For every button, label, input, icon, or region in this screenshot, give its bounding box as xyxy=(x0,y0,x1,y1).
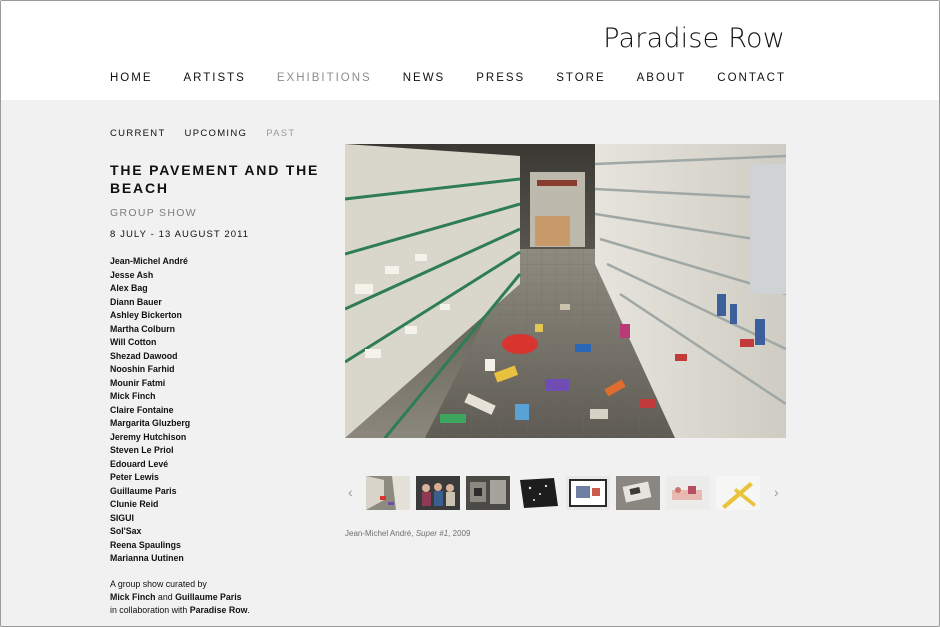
artist-link[interactable]: Jean-Michel André xyxy=(110,255,190,269)
site-logo[interactable]: Paradise Row xyxy=(603,23,785,54)
artist-link[interactable]: SIGUI xyxy=(110,512,190,526)
nav-exhibitions[interactable]: EXHIBITIONS xyxy=(277,72,372,84)
nav-news[interactable]: NEWS xyxy=(403,72,446,84)
artist-link[interactable]: Clunie Reid xyxy=(110,498,190,512)
artist-link[interactable]: Margarita Gluzberg xyxy=(110,417,190,431)
chevron-left-icon[interactable]: ‹ xyxy=(348,484,353,500)
artist-link[interactable]: Steven Le Priol xyxy=(110,444,190,458)
artist-link[interactable]: Sol'Sax xyxy=(110,525,190,539)
thumbnail-4[interactable] xyxy=(516,476,560,510)
thumbnail-7[interactable] xyxy=(666,476,710,510)
thumbnail-8[interactable] xyxy=(716,476,760,510)
chevron-right-icon[interactable]: › xyxy=(774,484,779,500)
artist-link[interactable]: Nooshin Farhid xyxy=(110,363,190,377)
artist-link[interactable]: Mick Finch xyxy=(110,390,190,404)
thumbnail-6[interactable] xyxy=(616,476,660,510)
nav-contact[interactable]: CONTACT xyxy=(717,72,786,84)
nav-press[interactable]: PRESS xyxy=(476,72,525,84)
thumbnail-5[interactable] xyxy=(566,476,610,510)
subnav-upcoming[interactable]: UPCOMING xyxy=(185,128,248,139)
caption-year: , 2009 xyxy=(448,529,471,538)
artist-link[interactable]: Martha Colburn xyxy=(110,323,190,337)
artist-link[interactable]: Mounir Fatmi xyxy=(110,377,190,391)
caption-work-title: Super #1 xyxy=(415,529,449,538)
thumbnail-3[interactable] xyxy=(466,476,510,510)
exhibition-subnav: CURRENT UPCOMING PAST xyxy=(110,128,296,139)
artist-link[interactable]: Shezad Dawood xyxy=(110,350,190,364)
curator-name[interactable]: Guillaume Paris xyxy=(175,592,242,602)
nav-store[interactable]: STORE xyxy=(556,72,605,84)
main-nav: HOME ARTISTS EXHIBITIONS NEWS PRESS STOR… xyxy=(110,72,786,84)
subnav-past[interactable]: PAST xyxy=(266,128,295,139)
gallery-name[interactable]: Paradise Row xyxy=(190,605,248,615)
artist-link[interactable]: Diann Bauer xyxy=(110,296,190,310)
exhibition-title: THE PAVEMENT AND THE BEACH xyxy=(110,162,320,196)
site-header: Paradise Row HOME ARTISTS EXHIBITIONS NE… xyxy=(1,1,939,100)
image-caption: Jean-Michel André, Super #1, 2009 xyxy=(345,529,470,538)
nav-home[interactable]: HOME xyxy=(110,72,153,84)
curator-name[interactable]: Mick Finch xyxy=(110,592,155,602)
subnav-current[interactable]: CURRENT xyxy=(110,128,166,139)
exhibition-dates: 8 JULY - 13 AUGUST 2011 xyxy=(110,229,250,240)
nav-artists[interactable]: ARTISTS xyxy=(184,72,246,84)
caption-artist: Jean-Michel André, xyxy=(345,529,416,538)
artist-link[interactable]: Jesse Ash xyxy=(110,269,190,283)
artist-link[interactable]: Reena Spaulings xyxy=(110,539,190,553)
artist-link[interactable]: Claire Fontaine xyxy=(110,404,190,418)
artist-link[interactable]: Marianna Uutinen xyxy=(110,552,190,566)
artist-link[interactable]: Jeremy Hutchison xyxy=(110,431,190,445)
credits-line-3: in collaboration with Paradise Row. xyxy=(110,604,250,615)
artist-link[interactable]: Will Cotton xyxy=(110,336,190,350)
artist-link[interactable]: Ashley Bickerton xyxy=(110,309,190,323)
exhibition-type: GROUP SHOW xyxy=(110,207,197,219)
nav-about[interactable]: ABOUT xyxy=(637,72,687,84)
artist-link[interactable]: Edouard Levé xyxy=(110,458,190,472)
curator-credits: A group show curated by Mick Finch and G… xyxy=(110,578,250,616)
credits-line-1: A group show curated by xyxy=(110,579,207,589)
credits-line-2: Mick Finch and Guillaume Paris xyxy=(110,591,242,602)
artist-list: Jean-Michel André Jesse Ash Alex Bag Dia… xyxy=(110,255,190,566)
thumbnail-strip: ‹ › xyxy=(345,474,786,512)
artist-link[interactable]: Alex Bag xyxy=(110,282,190,296)
artist-link[interactable]: Guillaume Paris xyxy=(110,485,190,499)
thumbnail-1[interactable] xyxy=(366,476,410,510)
artist-link[interactable]: Peter Lewis xyxy=(110,471,190,485)
main-artwork-image[interactable] xyxy=(345,144,786,438)
thumbnail-2[interactable] xyxy=(416,476,460,510)
